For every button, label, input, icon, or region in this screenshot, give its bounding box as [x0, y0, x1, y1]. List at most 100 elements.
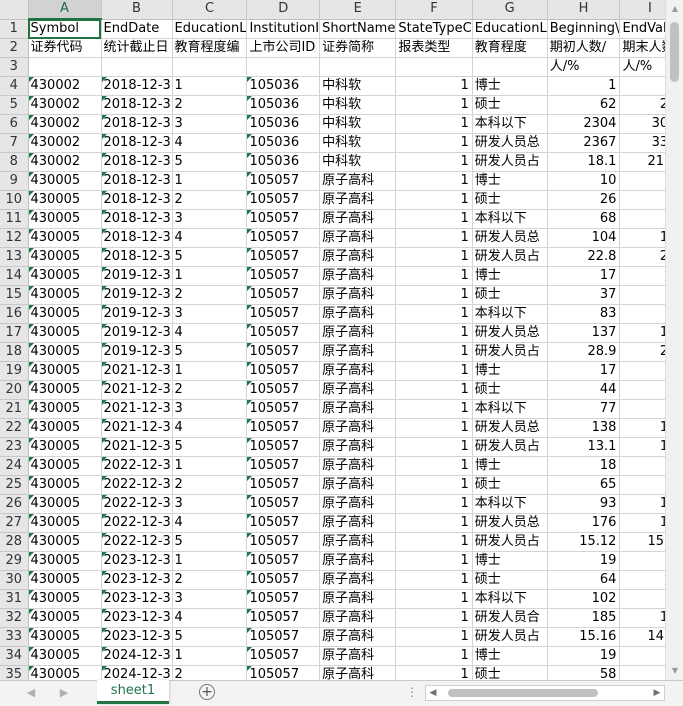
cell[interactable]: 1 — [172, 361, 248, 381]
cell[interactable]: 430005 — [28, 646, 102, 666]
cell[interactable]: 1 — [395, 418, 473, 438]
cell[interactable]: 1 — [172, 551, 248, 571]
cell[interactable]: 138 — [547, 418, 621, 438]
cell[interactable]: 原子高科 — [319, 513, 397, 533]
cell[interactable]: 中科软 — [319, 114, 397, 134]
cell[interactable]: 62 — [547, 95, 621, 115]
cell[interactable]: 105036 — [246, 114, 321, 134]
row-number[interactable]: 33 — [0, 627, 29, 647]
cell[interactable] — [101, 57, 173, 77]
cell[interactable]: 2018-12-3 — [101, 190, 173, 210]
cell[interactable]: 报表类型 — [395, 38, 473, 58]
cell[interactable]: 105057 — [246, 247, 321, 267]
cell[interactable] — [472, 57, 548, 77]
cell[interactable]: 4 — [172, 513, 248, 533]
cell[interactable] — [172, 57, 248, 77]
row-number[interactable]: 4 — [0, 76, 29, 96]
cell[interactable]: 2018-12-3 — [101, 171, 173, 191]
row-number[interactable]: 19 — [0, 361, 29, 381]
row-number[interactable]: 27 — [0, 513, 29, 533]
cell[interactable]: 博士 — [472, 266, 548, 286]
cell[interactable]: 1 — [395, 190, 473, 210]
cell[interactable]: 4 — [172, 418, 248, 438]
cell[interactable]: 430005 — [28, 551, 102, 571]
cell[interactable]: 430005 — [28, 589, 102, 609]
cell[interactable]: 本科以下 — [472, 209, 548, 229]
cell[interactable]: 原子高科 — [319, 494, 397, 514]
cell[interactable]: 430005 — [28, 570, 102, 590]
cell[interactable]: 105057 — [246, 532, 321, 552]
cell[interactable]: 105057 — [246, 209, 321, 229]
cell[interactable] — [246, 57, 321, 77]
cell[interactable]: 1 — [395, 551, 473, 571]
cell[interactable]: 102 — [547, 589, 621, 609]
cell[interactable]: 176 — [547, 513, 621, 533]
cell[interactable]: 105036 — [246, 133, 321, 153]
cell[interactable]: 3 — [172, 304, 248, 324]
cell[interactable]: 1 — [395, 437, 473, 457]
cell[interactable]: 1 — [395, 266, 473, 286]
cell[interactable]: 原子高科 — [319, 190, 397, 210]
cell[interactable]: 本科以下 — [472, 399, 548, 419]
cell[interactable]: 105036 — [246, 76, 321, 96]
cell[interactable]: 博士 — [472, 456, 548, 476]
cell[interactable]: 2018-12-3 — [101, 114, 173, 134]
cell[interactable]: 3 — [172, 399, 248, 419]
horizontal-scrollbar[interactable]: ◀ ▶ — [425, 685, 665, 701]
cell[interactable]: 2018-12-3 — [101, 95, 173, 115]
cell[interactable]: 430005 — [28, 513, 102, 533]
cell[interactable]: 原子高科 — [319, 399, 397, 419]
cell[interactable]: 105057 — [246, 342, 321, 362]
cell[interactable] — [395, 57, 473, 77]
column-header-e[interactable]: E — [319, 0, 397, 20]
cell[interactable]: 2019-12-3 — [101, 323, 173, 343]
cell[interactable]: 2022-12-3 — [101, 532, 173, 552]
cell[interactable]: 1 — [395, 171, 473, 191]
cell[interactable]: 5 — [172, 247, 248, 267]
row-number[interactable]: 23 — [0, 437, 29, 457]
scroll-right-icon[interactable]: ▶ — [650, 686, 664, 700]
cell[interactable]: 430005 — [28, 304, 102, 324]
cell[interactable]: 4 — [172, 133, 248, 153]
cell[interactable]: 上市公司ID — [246, 38, 321, 58]
cell[interactable]: 26 — [547, 190, 621, 210]
cell[interactable]: 105036 — [246, 152, 321, 172]
cell[interactable]: 430002 — [28, 133, 102, 153]
cell[interactable]: 证券简称 — [319, 38, 397, 58]
cell[interactable]: 原子高科 — [319, 532, 397, 552]
cell[interactable]: 本科以下 — [472, 114, 548, 134]
cell[interactable]: 原子高科 — [319, 342, 397, 362]
cell[interactable]: 15.16 — [547, 627, 621, 647]
cell[interactable]: 1 — [395, 304, 473, 324]
cell[interactable]: 105036 — [246, 95, 321, 115]
cell[interactable]: 研发人员总 — [472, 323, 548, 343]
cell[interactable]: 105057 — [246, 570, 321, 590]
cell[interactable]: EducationL — [472, 19, 548, 39]
cell[interactable] — [28, 57, 102, 77]
cell[interactable]: ShortName — [319, 19, 397, 39]
cell[interactable]: 2018-12-3 — [101, 247, 173, 267]
row-number[interactable]: 34 — [0, 646, 29, 666]
cell[interactable]: 10 — [547, 171, 621, 191]
cell[interactable]: 2019-12-3 — [101, 285, 173, 305]
cell[interactable]: 430005 — [28, 285, 102, 305]
cell[interactable]: 105057 — [246, 399, 321, 419]
row-number[interactable]: 10 — [0, 190, 29, 210]
cell[interactable]: 105057 — [246, 171, 321, 191]
sheet-tab-sheet1[interactable]: sheet1 — [97, 680, 169, 704]
cell[interactable]: 104 — [547, 228, 621, 248]
cell[interactable]: 2022-12-3 — [101, 475, 173, 495]
cell[interactable]: 2023-12-3 — [101, 627, 173, 647]
cell[interactable]: 3 — [172, 494, 248, 514]
cell[interactable]: 2 — [172, 285, 248, 305]
cell[interactable]: 原子高科 — [319, 247, 397, 267]
cell[interactable]: 原子高科 — [319, 323, 397, 343]
cell[interactable]: 中科软 — [319, 152, 397, 172]
row-number[interactable]: 6 — [0, 114, 29, 134]
row-number[interactable]: 2 — [0, 38, 29, 58]
cell[interactable]: 105057 — [246, 494, 321, 514]
cell[interactable]: 期初人数/ — [547, 38, 621, 58]
cell[interactable]: 2 — [172, 665, 248, 680]
cell[interactable]: 硕士 — [472, 475, 548, 495]
cell[interactable]: 研发人员占 — [472, 152, 548, 172]
